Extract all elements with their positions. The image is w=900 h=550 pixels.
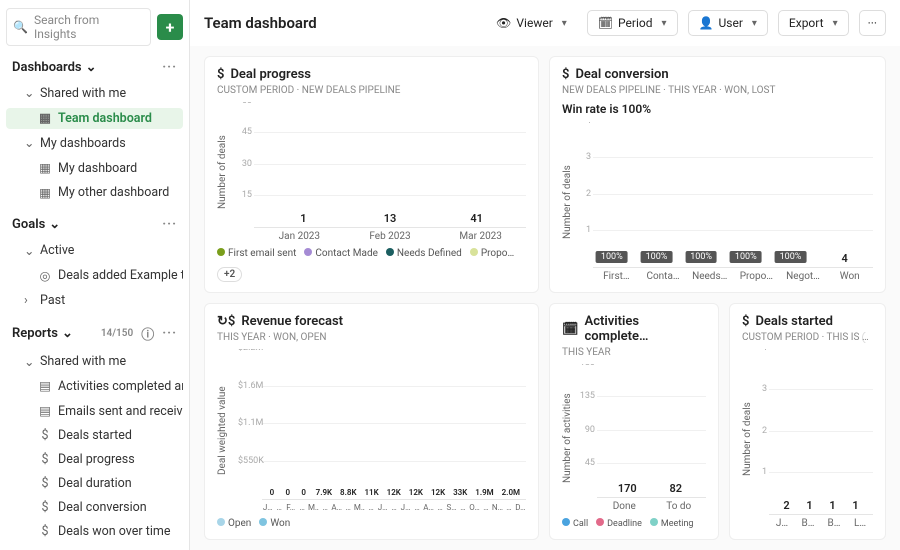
search-placeholder: Search from Insights [34,13,144,41]
report-deal-duration[interactable]: $Deal duration [6,474,183,494]
dollar-icon: $ [38,428,52,443]
report-deal-progress[interactable]: $Deal progress [6,450,183,470]
target-icon: ◎ [38,268,52,284]
more-icon[interactable]: ··· [162,60,177,75]
card-subtitle: CUSTOM PERIOD · THIS IS +1 [742,332,873,343]
dollar-icon: $ [38,476,52,491]
chart-revenue: 0007.9K8.8K11K12K12K12K33K1.9M2.0M $550K… [262,349,526,500]
sidebar-goals-past[interactable]: ›Past [6,290,183,310]
report-deals-won[interactable]: $Deals won over time [6,522,183,542]
report-deal-conversion[interactable]: $Deal conversion [6,498,183,518]
dollar-icon: $ [217,67,224,82]
chart-conversion: 4100%4100%4100%4100%4100%4 1234 [593,122,873,268]
viewer-dropdown[interactable]: 👁Viewer [486,11,577,35]
more-button[interactable]: ··· [859,10,886,36]
sidebar-shared-with-me[interactable]: ⌄Shared with me [6,83,183,104]
sidebar-my-other-dashboard[interactable]: ▦My other dashboard [6,182,183,203]
period-dropdown[interactable]: 🗓Period [587,10,678,36]
calendar-icon: 🗓 [562,322,579,337]
calendar-icon: ▤ [38,378,52,394]
page-title: Team dashboard [204,14,476,32]
legend-open: Open [228,518,251,529]
add-button[interactable]: + [157,14,183,40]
dollar-icon: $ [38,452,52,467]
dollar-icon: $ [38,500,52,515]
more-icon[interactable]: ··· [162,326,177,341]
dashboard-icon: ▦ [38,110,52,126]
chart-started: 2111 1234 [769,349,873,515]
user-dropdown[interactable]: 👤User [688,10,768,36]
card-subtitle: THIS YEAR · WON, OPEN [217,332,526,343]
reports-count: 14/150 [101,328,133,339]
win-rate-text: Win rate is 100% [562,102,873,116]
chevron-down-icon: ⌄ [24,135,34,151]
legend-won: Won [270,518,290,529]
chevron-down-icon: ⌄ [24,354,34,370]
chevron-down-icon: ⌄ [86,60,97,75]
sidebar-my-dashboards[interactable]: ⌄My dashboards [6,133,183,154]
calendar-icon: 🗓 [598,16,613,30]
report-emails[interactable]: ▤Emails sent and received [6,401,183,422]
calendar-icon: ▤ [38,403,52,419]
section-dashboards[interactable]: Dashboards ⌄ ··· [6,56,183,79]
y-axis-label: Number of activities [562,364,573,512]
topbar: Team dashboard 👁Viewer 🗓Period 👤User Exp… [190,0,900,46]
card-subtitle: THIS YEAR [562,347,706,358]
dashboard-icon: ▦ [38,160,52,176]
card-deals-started: $Deals started CUSTOM PERIOD · THIS IS +… [729,303,886,540]
sidebar-my-dashboard[interactable]: ▦My dashboard [6,158,183,179]
more-pill[interactable]: +1 [862,332,873,343]
chevron-down-icon: ⌄ [24,243,34,259]
user-icon: 👤 [699,16,714,30]
eye-icon: 👁 [496,16,511,30]
dollar-icon: $ [562,67,569,82]
card-subtitle: CUSTOM PERIOD · NEW DEALS PIPELINE [217,85,526,96]
chevron-down-icon: ⌄ [62,326,73,341]
chart-progress: 11341 15304560 [254,102,526,228]
chevron-down-icon: ⌄ [49,217,60,232]
card-deal-conversion: $Deal conversion NEW DEALS PIPELINE · TH… [549,56,886,293]
dollar-icon: $ [38,524,52,539]
chevron-down-icon: ⌄ [24,85,34,101]
card-activities: 🗓Activities complete… THIS YEAR Number o… [549,303,719,540]
y-axis-label: Deal weighted value [217,349,228,512]
chart-activities: 17082 4590135180 [597,364,706,498]
y-axis-label: Number of deals [217,102,228,242]
dollar-icon: $ [742,314,749,329]
sidebar-goals-active[interactable]: ⌄Active [6,240,183,261]
sidebar-team-dashboard[interactable]: ▦Team dashboard [6,108,183,129]
sidebar-reports-shared[interactable]: ⌄Shared with me [6,351,183,372]
card-subtitle: NEW DEALS PIPELINE · THIS YEAR · WON, LO… [562,85,873,96]
section-goals[interactable]: Goals ⌄ ··· [6,213,183,236]
refresh-dollar-icon: ↻$ [217,314,235,329]
search-icon: 🔍 [13,20,28,34]
card-deal-progress: $Deal progress CUSTOM PERIOD · NEW DEALS… [204,56,539,293]
export-dropdown[interactable]: Export [778,10,849,36]
report-activities[interactable]: ▤Activities completed an… [6,376,183,397]
section-reports[interactable]: Reports ⌄ 14/150ⓘ··· [6,320,183,347]
report-deals-started[interactable]: $Deals started [6,426,183,446]
search-input[interactable]: 🔍 Search from Insights [6,8,151,46]
sidebar-goal-deals-added[interactable]: ◎Deals added Example t… [6,265,183,286]
more-icon[interactable]: ··· [162,217,177,232]
y-axis-label: Number of deals [562,122,573,282]
sidebar: 🔍 Search from Insights + Dashboards ⌄ ··… [0,0,190,550]
y-axis-label: Number of deals [742,349,753,529]
card-revenue-forecast: ↻$Revenue forecast THIS YEAR · WON, OPEN… [204,303,539,540]
dashboard-icon: ▦ [38,185,52,201]
chevron-right-icon: › [24,293,34,308]
info-icon[interactable]: ⓘ [141,324,154,343]
legend-more-pill[interactable]: +2 [217,267,242,282]
